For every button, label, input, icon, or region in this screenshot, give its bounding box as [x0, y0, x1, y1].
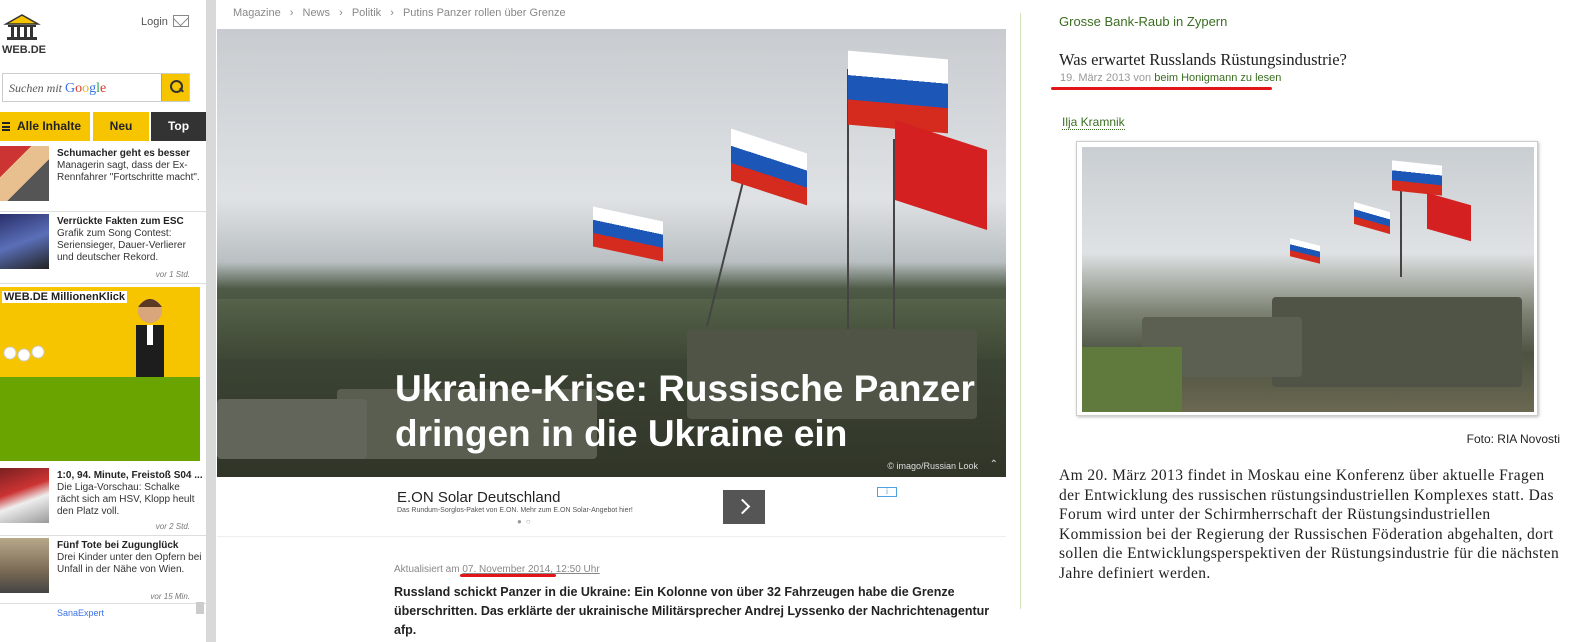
banner-bottom [0, 377, 200, 461]
breadcrumb: Magazine › News › Politik › Putins Panze… [233, 7, 566, 19]
breadcrumb-item[interactable]: Magazine [233, 7, 281, 19]
millionenklick-banner[interactable]: WEB.DE MillionenKlick [0, 287, 200, 461]
ad-arrow-button[interactable] [723, 490, 765, 524]
adchoices-icon[interactable]: i [877, 487, 897, 497]
list-item[interactable]: Verrückte Fakten zum ESC Grafik zum Song… [0, 214, 206, 284]
login-link[interactable]: Login [141, 16, 168, 28]
russian-flag-icon [1290, 238, 1320, 264]
meta-von: von [1133, 72, 1152, 84]
search-button[interactable] [161, 74, 189, 101]
grass-shape [1082, 347, 1182, 412]
breadcrumb-item[interactable]: Politik [352, 7, 381, 19]
news-time: vor 1 Std. [155, 270, 190, 279]
banner-label: WEB.DE MillionenKlick [2, 291, 128, 303]
tab-top[interactable]: Top [151, 112, 206, 141]
mail-icon[interactable] [173, 15, 189, 27]
chevron-right-icon: › [390, 7, 394, 19]
left-border [1020, 13, 1021, 609]
search-placeholder: Suchen mit Google [9, 81, 107, 96]
red-underline-mark [1051, 87, 1272, 90]
news-thumbnail [0, 214, 49, 269]
article-lead: Russland schickt Panzer in die Ukraine: … [394, 585, 990, 637]
carousel-dots-icon[interactable]: ●○ [517, 517, 535, 526]
red-banner-icon [1427, 192, 1471, 242]
related-link[interactable]: Grosse Bank-Raub in Zypern [1059, 14, 1227, 29]
search-input[interactable]: Suchen mit Google [2, 73, 190, 102]
news-title-partial[interactable]: SanaExpert [57, 608, 104, 618]
news-thumbnail [0, 146, 49, 201]
meta-suffix: zu lesen [1240, 72, 1282, 84]
russian-flag-icon [731, 128, 807, 206]
article-title: Was erwartet Russlands Rüstungsindustrie… [1059, 50, 1347, 69]
article-image-frame [1076, 141, 1538, 416]
list-item[interactable]: Schumacher geht es besser Managerin sagt… [0, 146, 206, 212]
red-underline-mark [460, 574, 556, 577]
webde-logo[interactable]: WEB.DE [2, 12, 48, 58]
tab-bar: Alle Inhalte Neu Top [0, 112, 206, 141]
image-caption: Foto: RIA Novosti [1466, 432, 1560, 446]
news-desc: Managerin sagt, dass der Ex-Rennfahrer "… [57, 160, 200, 183]
news-time: vor 15 Min. [150, 592, 190, 601]
list-item[interactable]: Fünf Tote bei Zugunglück Drei Kinder unt… [0, 538, 206, 604]
article-body: Am 20. März 2013 findet in Moskau eine K… [1059, 467, 1560, 582]
red-banner-icon [895, 120, 987, 230]
logo-text: WEB.DE [2, 44, 46, 56]
menu-icon [2, 122, 10, 131]
russian-flag-icon [1354, 201, 1390, 235]
tank-shape [217, 399, 367, 459]
external-article: Grosse Bank-Raub in Zypern Was erwartet … [1020, 0, 1592, 642]
meta-date: 19. März 2013 [1060, 72, 1131, 84]
hero-title: Ukraine-Krise: Russische Panzer dringen … [395, 368, 975, 454]
dice-icon [3, 345, 45, 362]
news-desc: Die Liga-Vorschau: Schalke rächt sich am… [57, 482, 195, 517]
russian-flag-icon [1392, 160, 1442, 196]
breadcrumb-item[interactable]: News [303, 7, 331, 19]
news-time: vor 2 Std. [155, 522, 190, 531]
column-divider [206, 0, 216, 642]
meta-author-link[interactable]: beim Honigmann [1154, 72, 1237, 84]
article-meta: 19. März 2013 von beim Honigmann zu lese… [1060, 72, 1281, 84]
article-main: Magazine › News › Politik › Putins Panze… [216, 0, 1020, 642]
tab-neu[interactable]: Neu [93, 112, 149, 141]
news-title: Fünf Tote bei Zugunglück [57, 540, 179, 551]
man-illustration [136, 299, 164, 377]
google-wordmark: Google [65, 81, 107, 96]
chevron-right-icon: › [339, 7, 343, 19]
chevron-right-icon: › [289, 7, 294, 19]
news-title: 1:0, 94. Minute, Freistoß S04 ... [57, 470, 203, 481]
news-desc: Grafik zum Song Contest: Seriensieger, D… [57, 228, 186, 263]
article-image [1082, 147, 1534, 412]
photo-credit: © imago/Russian Look [887, 461, 978, 471]
russian-flag-icon [593, 206, 663, 262]
tab-alle-inhalte[interactable]: Alle Inhalte [0, 112, 90, 141]
news-title: Schumacher geht es besser [57, 148, 190, 159]
ad-banner[interactable]: E.ON Solar Deutschland Das Rundum-Sorglo… [217, 477, 1006, 537]
scrollbar-thumb[interactable] [196, 602, 204, 614]
news-thumbnail [0, 538, 49, 593]
news-title: Verrückte Fakten zum ESC [57, 216, 184, 227]
hero-image: Ukraine-Krise: Russische Panzer dringen … [217, 29, 1006, 477]
news-thumbnail [0, 468, 49, 523]
tank-shape [1272, 297, 1522, 387]
list-item[interactable]: 1:0, 94. Minute, Freistoß S04 ... Die Li… [0, 468, 206, 536]
sidebar: WEB.DE Login Suchen mit Google Alle Inha… [0, 0, 206, 642]
author-link[interactable]: Ilja Kramnik [1062, 115, 1125, 130]
breadcrumb-item: Putins Panzer rollen über Grenze [402, 7, 566, 19]
ad-subtitle: Das Rundum-Sorglos-Paket von E.ON. Mehr … [397, 507, 633, 514]
news-desc: Drei Kinder unter den Opfern bei Unfall … [57, 552, 202, 575]
temple-icon [3, 14, 41, 40]
ad-title: E.ON Solar Deutschland [397, 489, 561, 506]
banner-top: WEB.DE MillionenKlick [0, 287, 200, 377]
chevron-up-icon[interactable]: ⌃ [990, 459, 998, 470]
